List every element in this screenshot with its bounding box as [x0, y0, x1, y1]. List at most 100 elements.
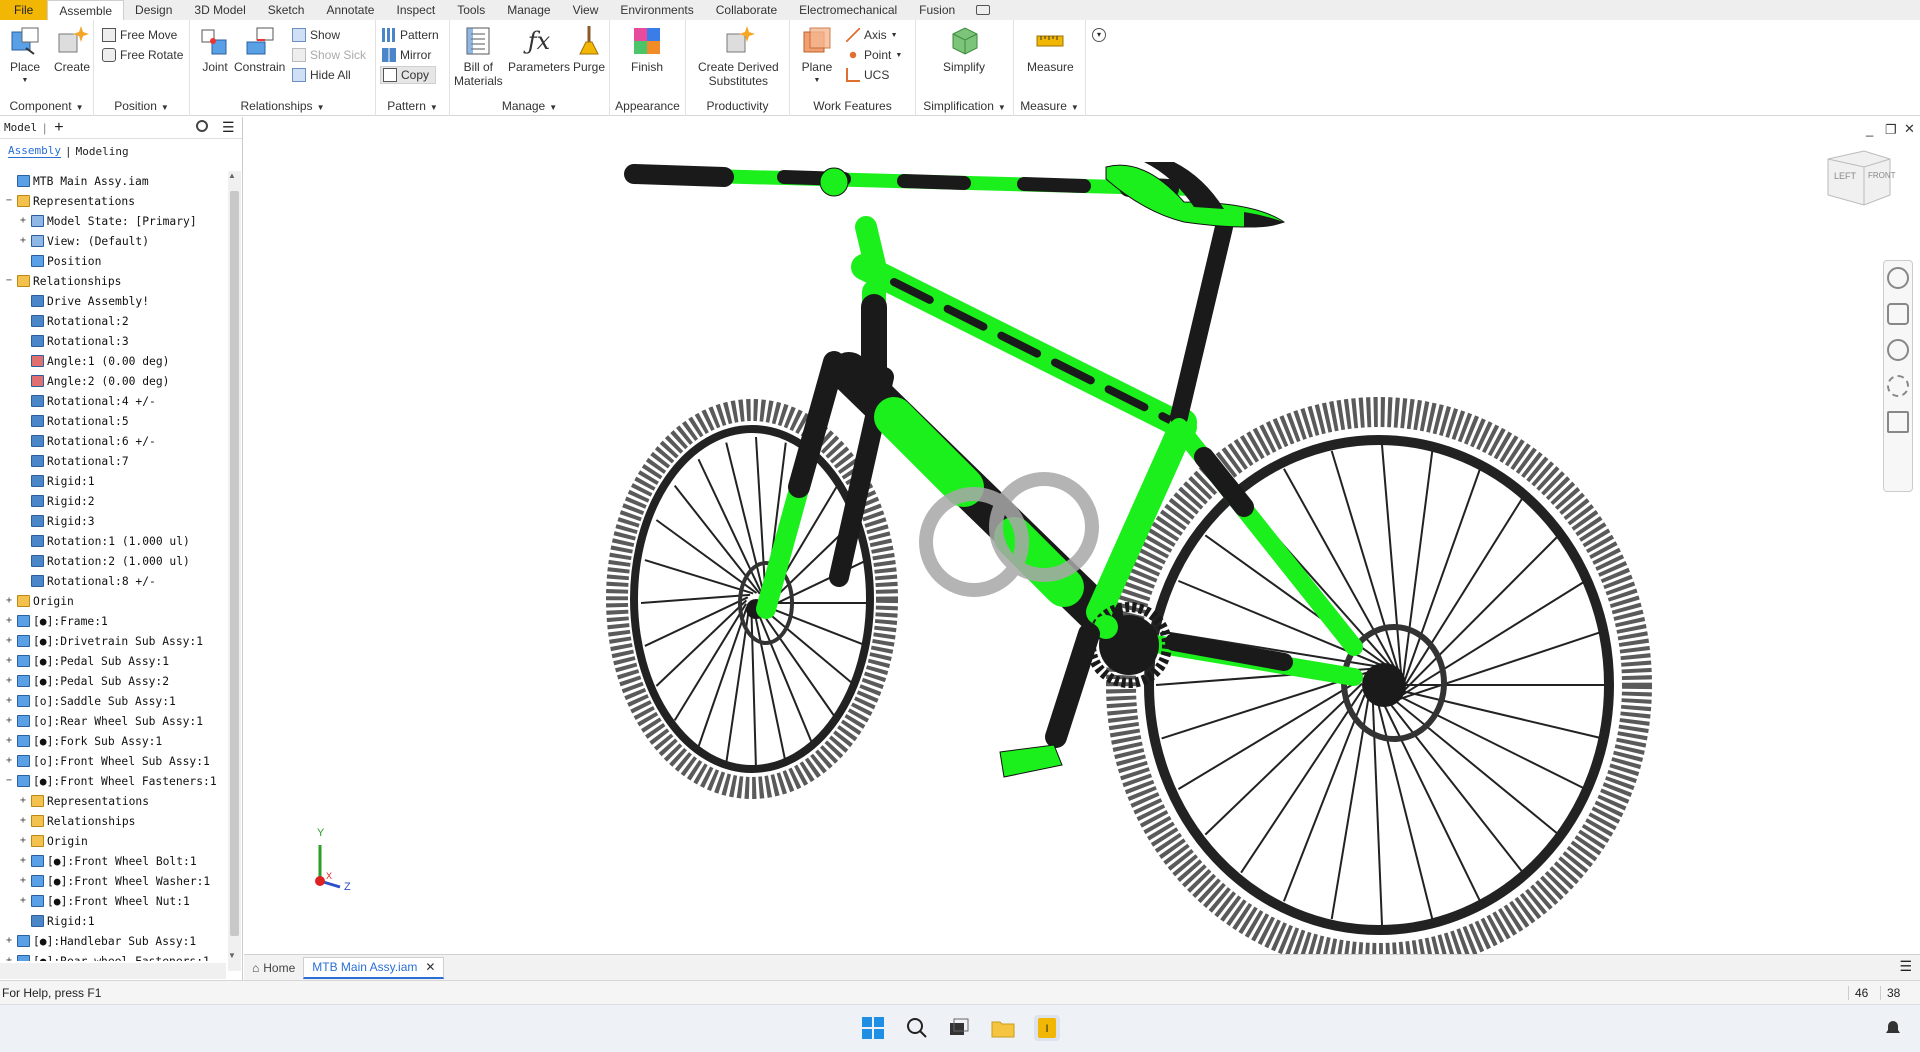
tree-node[interactable]: Rigid:1 [0, 911, 226, 931]
browser-scrollbar[interactable] [228, 171, 241, 971]
menu-icon[interactable]: ☰ [222, 119, 235, 136]
menu-tab-3d-model[interactable]: 3D Model [183, 0, 256, 20]
close-tab-icon[interactable]: ✕ [425, 960, 435, 974]
expand-icon[interactable]: + [4, 676, 14, 686]
menu-tab-view[interactable]: View [562, 0, 610, 20]
task-view-icon[interactable] [946, 1015, 972, 1041]
ucs-button[interactable]: UCS [846, 66, 889, 84]
collapse-icon[interactable]: − [4, 276, 14, 286]
tree-node[interactable]: + Origin [0, 831, 226, 851]
group-label-pattern[interactable]: Pattern ▼ [376, 99, 449, 113]
tree-node[interactable]: Rigid:2 [0, 491, 226, 511]
tab-active-document[interactable]: MTB Main Assy.iam ✕ [303, 956, 445, 979]
close-icon[interactable]: ✕ [1904, 121, 1915, 137]
collapse-icon[interactable]: − [4, 776, 14, 786]
frame[interactable] [829, 216, 1363, 686]
tree-node[interactable]: + [●]:Front Wheel Washer:1 [0, 871, 226, 891]
tree-node[interactable]: + Representations [0, 791, 226, 811]
tree-node[interactable]: Rotation:1 (1.000 ul) [0, 531, 226, 551]
expand-icon[interactable]: + [18, 236, 28, 246]
look-at-icon[interactable] [1887, 411, 1909, 433]
tree-node[interactable]: Position [0, 251, 226, 271]
expand-icon[interactable]: + [18, 836, 28, 846]
restore-icon[interactable]: ❐ [1885, 122, 1897, 138]
tree-node[interactable]: Rigid:1 [0, 471, 226, 491]
parameters-button[interactable]: ƒx Parameters [508, 24, 570, 74]
axis-button[interactable]: Axis ▼ [846, 26, 898, 44]
tree-node[interactable]: Rotational:7 [0, 451, 226, 471]
tree-node[interactable]: + [●]:Handlebar Sub Assy:1 [0, 931, 226, 951]
notification-icon[interactable] [1880, 1015, 1906, 1041]
group-label-position[interactable]: Position ▼ [94, 99, 189, 113]
steering-wheel-icon[interactable] [1887, 267, 1909, 289]
expand-icon[interactable]: + [18, 816, 28, 826]
graphics-viewport[interactable]: LEFT FRONT _ ❐ ✕ Y X Z [244, 117, 1920, 973]
expand-icon[interactable]: + [4, 656, 14, 666]
inventor-icon[interactable]: I [1034, 1015, 1060, 1041]
group-label-measure[interactable]: Measure ▼ [1014, 99, 1085, 113]
finish-button[interactable]: Finish [630, 24, 664, 74]
joint-button[interactable]: Joint [198, 24, 232, 74]
expand-icon[interactable]: + [4, 716, 14, 726]
viewcube-left-face[interactable]: LEFT [1834, 171, 1856, 181]
tree-node[interactable]: − Representations [0, 191, 226, 211]
tree-node[interactable]: Rotation:2 (1.000 ul) [0, 551, 226, 571]
rear-wheel[interactable] [890, 279, 1652, 973]
file-explorer-icon[interactable] [990, 1015, 1016, 1041]
menu-tab-annotate[interactable]: Annotate [315, 0, 385, 20]
tree-node[interactable]: + [●]:Pedal Sub Assy:1 [0, 651, 226, 671]
orbit-icon[interactable] [1887, 375, 1909, 397]
tree-node[interactable]: MTB Main Assy.iam [0, 171, 226, 191]
tree-node[interactable]: + [●]:Drivetrain Sub Assy:1 [0, 631, 226, 651]
pan-icon[interactable] [1887, 303, 1909, 325]
expand-icon[interactable]: + [18, 216, 28, 226]
viewcube-front-face[interactable]: FRONT [1868, 171, 1896, 180]
menu-tab-environments[interactable]: Environments [609, 0, 704, 20]
tree-node[interactable]: Angle:1 (0.00 deg) [0, 351, 226, 371]
menu-tab-fusion[interactable]: Fusion [908, 0, 966, 20]
customize-ribbon-icon[interactable]: ▾ [1092, 28, 1106, 42]
bike-model[interactable] [244, 117, 1920, 973]
expand-icon[interactable]: + [18, 796, 28, 806]
menu-tab-manage[interactable]: Manage [496, 0, 561, 20]
search-icon[interactable] [904, 1015, 930, 1041]
tree-node[interactable]: + [●]:Frame:1 [0, 611, 226, 631]
tree-node[interactable]: + [o]:Rear Wheel Sub Assy:1 [0, 711, 226, 731]
tree-node[interactable]: + [●]:Front Wheel Nut:1 [0, 891, 226, 911]
browser-title[interactable]: Model [4, 121, 37, 134]
expand-icon[interactable]: + [4, 596, 14, 606]
menu-tab-assemble[interactable]: Assemble [47, 0, 125, 20]
create-button[interactable]: Create [54, 24, 90, 74]
place-button[interactable]: Place ▼ [8, 24, 42, 88]
tab-assembly[interactable]: Assembly [8, 144, 61, 158]
plane-button[interactable]: Plane ▼ [800, 24, 834, 88]
windows-start-icon[interactable] [860, 1015, 886, 1041]
tree-node[interactable]: + View: (Default) [0, 231, 226, 251]
add-browser-icon[interactable]: + [54, 119, 63, 137]
purge-button[interactable]: Purge [572, 24, 606, 74]
tab-home[interactable]: ⌂ Home [244, 957, 303, 979]
scroll-down-icon[interactable]: ▼ [228, 951, 236, 960]
menu-tab-sketch[interactable]: Sketch [257, 0, 316, 20]
search-icon[interactable] [196, 120, 208, 132]
measure-button[interactable]: Measure [1027, 24, 1074, 74]
menu-tab-design[interactable]: Design [124, 0, 183, 20]
pattern-button[interactable]: Pattern [382, 26, 439, 44]
tree-node[interactable]: Rotational:6 +/- [0, 431, 226, 451]
tree-node[interactable]: + Origin [0, 591, 226, 611]
tree-node[interactable]: Rotational:2 [0, 311, 226, 331]
tree-node[interactable]: − [●]:Front Wheel Fasteners:1 [0, 771, 226, 791]
group-label-component[interactable]: Component ▼ [0, 99, 93, 113]
show-sick-button[interactable]: Show Sick [292, 46, 366, 64]
simplify-button[interactable]: Simplify [943, 24, 985, 74]
tree-node[interactable]: + [●]:Front Wheel Bolt:1 [0, 851, 226, 871]
front-wheel[interactable] [606, 399, 898, 799]
tree-node[interactable]: + [●]:Rear wheel Fasteners:1 [0, 951, 226, 961]
tab-menu-icon[interactable]: ☰ [1899, 958, 1912, 975]
expand-icon[interactable]: + [18, 856, 28, 866]
constrain-button[interactable]: Constrain [234, 24, 285, 74]
view-cube[interactable]: LEFT FRONT [1824, 145, 1896, 209]
tree-node[interactable]: Angle:2 (0.00 deg) [0, 371, 226, 391]
mirror-button[interactable]: Mirror [382, 46, 431, 64]
expand-icon[interactable]: + [4, 756, 14, 766]
